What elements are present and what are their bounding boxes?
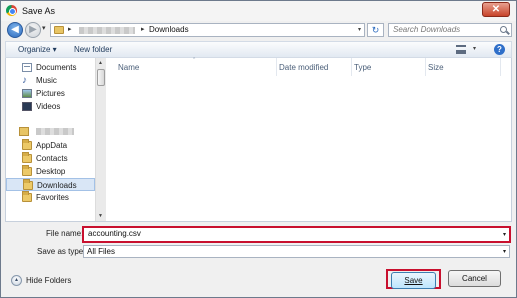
chevron-down-icon[interactable]: ▾ <box>503 247 506 258</box>
address-bar: ◀ ▶ ▾ ▸ ▸ Downloads ▾ ↻ Search Downloads <box>1 21 516 39</box>
downloads-icon <box>23 179 33 190</box>
nav-item-documents[interactable]: Documents <box>6 61 95 74</box>
nav-item-downloads[interactable]: Downloads <box>6 178 95 191</box>
column-header-date-modified[interactable]: Date modified <box>279 63 328 72</box>
breadcrumb[interactable]: ▸ ▸ Downloads ▾ <box>50 23 365 37</box>
browser-pane: Documents ♪ Music Pictures Videos AppDat… <box>5 57 512 222</box>
filename-row: File name: accounting.csv ▾ <box>1 226 516 243</box>
user-folder-icon <box>19 127 29 136</box>
title-bar: Save As ✕ <box>1 1 516 21</box>
pictures-icon <box>22 89 32 98</box>
documents-icon <box>22 63 32 72</box>
column-header-type[interactable]: Type <box>354 63 371 72</box>
nav-item-label: AppData <box>36 141 68 150</box>
desktop-icon <box>22 165 32 176</box>
search-icon <box>500 26 507 33</box>
column-header-size[interactable]: Size <box>428 63 444 72</box>
nav-item-label: Favorites <box>36 193 69 202</box>
save-as-type-value: All Files <box>87 247 116 256</box>
search-input[interactable]: Search Downloads <box>388 23 512 37</box>
save-as-type-select[interactable]: All Files ▾ <box>83 245 510 258</box>
save-button-highlight: Save <box>386 269 441 289</box>
favorites-icon <box>22 191 32 202</box>
recent-locations-dropdown[interactable]: ▾ <box>42 24 46 32</box>
help-icon[interactable]: ? <box>494 44 505 55</box>
navigation-pane: Documents ♪ Music Pictures Videos AppDat… <box>6 58 106 221</box>
nav-item-appdata[interactable]: AppData <box>6 139 95 152</box>
nav-item-favorites[interactable]: Favorites <box>6 191 95 204</box>
nav-item-contacts[interactable]: Contacts <box>6 152 95 165</box>
scroll-up-icon[interactable]: ▲ <box>98 60 103 66</box>
column-divider[interactable] <box>351 58 352 76</box>
column-header-name[interactable]: Name <box>118 63 139 72</box>
contacts-icon <box>22 152 32 163</box>
view-options-icon[interactable] <box>456 45 466 54</box>
filename-label: File name: <box>46 229 84 238</box>
hide-folders-button[interactable]: ▴ Hide Folders <box>11 275 71 286</box>
window-title: Save As <box>22 6 56 16</box>
nav-item-music[interactable]: ♪ Music <box>6 74 95 87</box>
column-divider[interactable] <box>500 58 501 76</box>
column-divider[interactable] <box>276 58 277 76</box>
nav-item-label: Videos <box>36 102 61 111</box>
save-as-type-label: Save as type: <box>37 247 86 256</box>
file-list: Name ⌃ Date modified Type Size <box>108 57 511 221</box>
nav-item-user-profile[interactable] <box>6 125 95 138</box>
nav-item-label: Documents <box>36 63 77 72</box>
breadcrumb-current-folder[interactable]: Downloads <box>149 25 189 34</box>
forward-button[interactable]: ▶ <box>25 22 41 38</box>
chevron-down-icon[interactable]: ▾ <box>473 45 476 52</box>
nav-item-pictures[interactable]: Pictures <box>6 87 95 100</box>
nav-item-label: Music <box>36 76 57 85</box>
filename-field[interactable]: accounting.csv ▾ <box>82 226 511 243</box>
chrome-icon <box>6 5 17 16</box>
scroll-down-icon[interactable]: ▼ <box>98 213 103 219</box>
close-button[interactable]: ✕ <box>482 2 510 17</box>
nav-item-label: Pictures <box>36 89 65 98</box>
scrollbar-thumb[interactable] <box>97 69 105 86</box>
chevron-right-icon[interactable]: ▸ <box>68 25 72 33</box>
nav-item-label: Downloads <box>37 181 77 190</box>
search-placeholder: Search Downloads <box>393 25 461 34</box>
refresh-button[interactable]: ↻ <box>367 23 384 37</box>
user-name-redacted <box>36 128 74 135</box>
new-folder-button[interactable]: New folder <box>74 45 112 54</box>
command-toolbar: Organize ▾ New folder ▾ ? <box>5 41 512 58</box>
save-button-label: Save <box>404 276 423 285</box>
cancel-button[interactable]: Cancel <box>448 270 501 287</box>
save-as-dialog: Save As ✕ ◀ ▶ ▾ ▸ ▸ Downloads ▾ ↻ Search… <box>0 0 517 298</box>
chevron-down-icon[interactable]: ▾ <box>503 229 506 241</box>
folder-icon <box>22 139 32 150</box>
music-icon: ♪ <box>22 75 27 86</box>
organize-button[interactable]: Organize ▾ <box>18 45 57 54</box>
column-divider[interactable] <box>425 58 426 76</box>
hide-folders-label: Hide Folders <box>26 276 72 285</box>
breadcrumb-user-redacted[interactable] <box>79 27 135 34</box>
nav-item-videos[interactable]: Videos <box>6 100 95 113</box>
back-button[interactable]: ◀ <box>7 22 23 38</box>
chevron-up-icon: ▴ <box>11 275 22 286</box>
chevron-down-icon[interactable]: ▾ <box>358 26 361 33</box>
folder-icon <box>54 26 64 34</box>
nav-item-label: Contacts <box>36 154 68 163</box>
chevron-right-icon[interactable]: ▸ <box>141 25 145 33</box>
save-button[interactable]: Save <box>391 272 436 289</box>
nav-scrollbar[interactable]: ▲ ▼ <box>95 58 106 221</box>
sort-indicator-icon: ⌃ <box>192 57 197 63</box>
videos-icon <box>22 102 32 111</box>
filename-value[interactable]: accounting.csv <box>88 229 141 238</box>
nav-item-label: Desktop <box>36 167 66 176</box>
nav-item-desktop[interactable]: Desktop <box>6 165 95 178</box>
